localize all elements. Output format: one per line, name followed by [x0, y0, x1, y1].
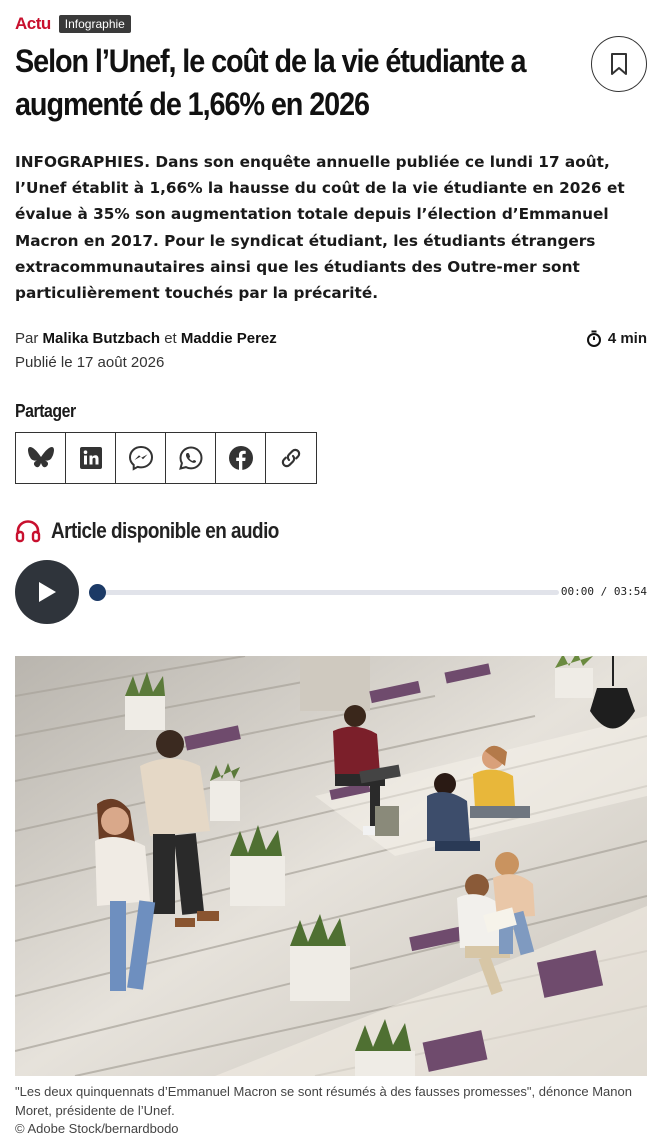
bluesky-icon [27, 446, 54, 468]
byline-and: et [164, 330, 177, 347]
audio-time: 00:00 / 03:54 [560, 585, 647, 598]
bookmark-button[interactable] [591, 36, 647, 92]
article-lede: INFOGRAPHIES. Dans son enquête annuelle … [15, 153, 625, 303]
whatsapp-icon [178, 446, 203, 470]
messenger-icon [128, 445, 153, 471]
article-photo [15, 656, 647, 1076]
facebook-icon [228, 446, 253, 470]
publish-date: Publié le 17 août 2026 [15, 354, 165, 371]
read-time-label: 4 min [607, 330, 647, 347]
photo-caption: "Les deux quinquennats d’Emmanuel Macron… [15, 1084, 632, 1118]
author-link[interactable]: Maddie Perez [181, 330, 277, 347]
play-icon [39, 582, 56, 602]
byline: Par Malika Butzbach et Maddie Perez [15, 330, 277, 347]
audio-header: Article disponible en audio [15, 518, 316, 544]
audio-player: 00:00 / 03:54 [15, 560, 647, 624]
play-button[interactable] [15, 560, 79, 624]
read-time: 4 min [586, 330, 647, 347]
page-title: Selon l’Unef, le coût de la vie étudiant… [15, 43, 527, 122]
byline-prefix: Par [15, 330, 39, 347]
share-bluesky-button[interactable] [16, 433, 66, 483]
rubric-link[interactable]: Actu [15, 14, 51, 34]
audio-seek-bar[interactable] [89, 584, 559, 601]
audio-seek-handle[interactable] [89, 584, 106, 601]
share-linkedin-button[interactable] [66, 433, 116, 483]
audio-title: Article disponible en audio [51, 518, 279, 543]
linkedin-icon [79, 447, 102, 469]
share-bar [15, 432, 317, 484]
share-facebook-button[interactable] [216, 433, 266, 483]
bookmark-icon [611, 53, 627, 75]
share-messenger-button[interactable] [116, 433, 166, 483]
author-link[interactable]: Malika Butzbach [43, 330, 161, 347]
stopwatch-icon [586, 330, 601, 347]
copy-link-button[interactable] [266, 433, 316, 483]
students-on-stairs-image [15, 656, 647, 1076]
headphones-icon [15, 520, 41, 543]
share-title: Partager [15, 401, 76, 421]
link-icon [281, 448, 301, 468]
photo-credit: © Adobe Stock/bernardbodo [15, 1121, 179, 1136]
share-whatsapp-button[interactable] [166, 433, 216, 483]
article-kicker: Actu Infographie [15, 14, 131, 34]
infographie-tag: Infographie [58, 15, 131, 33]
